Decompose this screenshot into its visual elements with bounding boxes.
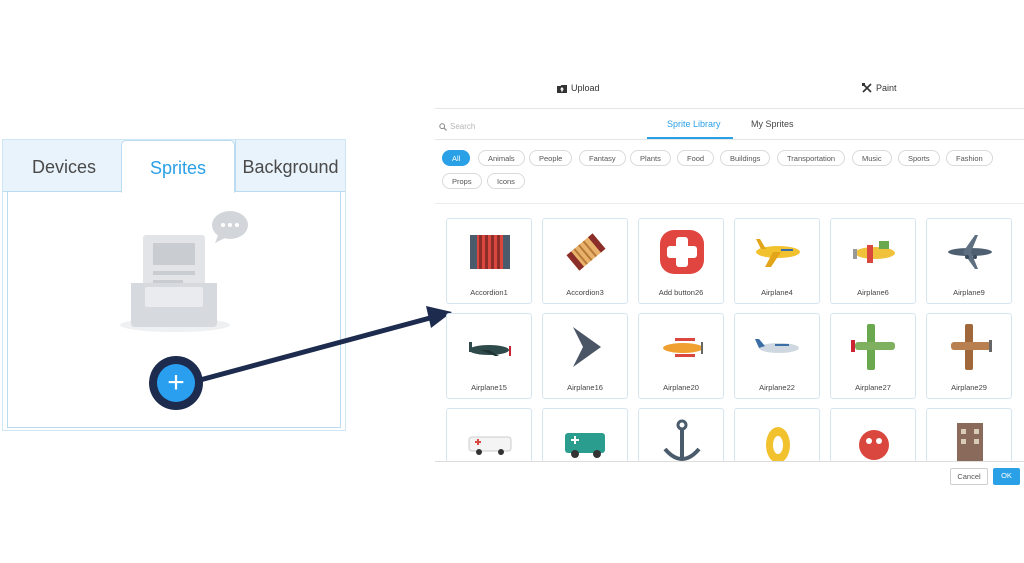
sprite-card-anchor[interactable] — [638, 408, 724, 461]
search-input[interactable]: Search — [439, 122, 475, 131]
sprite-card-ambulance[interactable] — [446, 408, 532, 461]
sprite-card-ambulance-2[interactable] — [542, 408, 628, 461]
divider — [435, 203, 1024, 204]
sprite-label: Add button26 — [658, 288, 704, 297]
sprite-card-accordion3[interactable]: Accordion3 — [542, 218, 628, 304]
sprite-label: Accordion3 — [566, 288, 604, 297]
biplane-icon — [663, 338, 703, 357]
paint-button[interactable]: Paint — [862, 83, 897, 93]
category-chip-sports[interactable]: Sports — [898, 150, 940, 166]
upload-label: Upload — [571, 83, 600, 93]
category-chip-animals[interactable]: Animals — [478, 150, 525, 166]
sprite-label: Airplane22 — [759, 383, 795, 392]
category-chip-all[interactable]: All — [442, 150, 471, 166]
sprite-label: Airplane29 — [951, 383, 987, 392]
empty-inbox-icon — [120, 211, 248, 332]
sprite-card-airplane22[interactable]: Airplane22 — [734, 313, 820, 399]
sprite-card-airplane15[interactable]: Airplane15 — [446, 313, 532, 399]
sprite-card-airplane16[interactable]: Airplane16 — [542, 313, 628, 399]
tab-sprite-library[interactable]: Sprite Library — [667, 119, 721, 129]
biplane-icon — [851, 324, 895, 370]
ok-button[interactable]: OK — [993, 468, 1020, 485]
plus-icon: + — [157, 364, 195, 402]
upload-button[interactable]: Upload — [557, 83, 600, 93]
divider — [435, 108, 1024, 109]
ambulance-icon — [468, 436, 512, 455]
category-chip-props[interactable]: Props — [442, 173, 482, 189]
airplane-icon — [853, 241, 895, 263]
sprite-card-airplane4[interactable]: Airplane4 — [734, 218, 820, 304]
airplane-icon — [756, 239, 800, 267]
cancel-button[interactable]: Cancel — [950, 468, 988, 485]
sprite-label: Accordion1 — [470, 288, 508, 297]
monster-icon — [859, 430, 889, 460]
biplane-icon — [951, 324, 992, 370]
category-chip-transportation[interactable]: Transportation — [777, 150, 846, 166]
search-icon — [439, 122, 447, 131]
sprite-card-building[interactable] — [926, 408, 1012, 461]
tab-my-sprites[interactable]: My Sprites — [751, 119, 794, 129]
upload-icon — [557, 84, 567, 93]
sprite-card-accordion1[interactable]: Accordion1 — [446, 218, 532, 304]
sprite-card-add-button26[interactable]: Add button26 — [638, 218, 724, 304]
sprite-grid: Accordion1 Accordion3 Add button26 Airpl… — [435, 211, 1024, 461]
sprite-card-airplane29[interactable]: Airplane29 — [926, 313, 1012, 399]
panel-tabbar: Devices Sprites Background — [3, 140, 345, 193]
sprite-label: Airplane9 — [953, 288, 985, 297]
sprite-card-airplane6[interactable]: Airplane6 — [830, 218, 916, 304]
number-character-icon — [766, 427, 790, 461]
accordion-icon — [470, 235, 510, 269]
category-chip-food[interactable]: Food — [677, 150, 715, 166]
category-chip-music[interactable]: Music — [852, 150, 892, 166]
category-chip-icons[interactable]: Icons — [487, 173, 525, 189]
sprite-label: Airplane6 — [857, 288, 889, 297]
divider — [435, 139, 1024, 140]
dialog-toolbar: Upload Paint — [435, 78, 1024, 108]
category-chip-fashion[interactable]: Fashion — [946, 150, 993, 166]
airplane-icon — [948, 235, 992, 269]
category-chip-plants[interactable]: Plants — [630, 150, 671, 166]
paint-label: Paint — [876, 83, 897, 93]
building-icon — [957, 423, 983, 461]
stealth-plane-icon — [573, 327, 601, 367]
accordion-icon — [566, 233, 606, 271]
sprite-card-airplane9[interactable]: Airplane9 — [926, 218, 1012, 304]
sprite-library-dialog: Upload Paint Search Sprite Library My Sp… — [435, 78, 1024, 488]
paint-icon — [862, 83, 872, 93]
sprite-label: Airplane4 — [761, 288, 793, 297]
sprite-card-airplane27[interactable]: Airplane27 — [830, 313, 916, 399]
sprite-label: Airplane27 — [855, 383, 891, 392]
category-chip-buildings[interactable]: Buildings — [720, 150, 771, 166]
anchor-icon — [663, 419, 701, 461]
ambulance-icon — [565, 433, 605, 458]
sprite-label: Airplane15 — [471, 383, 507, 392]
sprite-card-number-zero[interactable] — [734, 408, 820, 461]
sprite-card-monster[interactable] — [830, 408, 916, 461]
divider — [435, 461, 1024, 462]
add-sprite-button[interactable]: + — [149, 356, 203, 410]
tab-sprites[interactable]: Sprites — [121, 140, 235, 193]
sprite-label: Airplane20 — [663, 383, 699, 392]
category-chip-people[interactable]: People — [529, 150, 573, 166]
airplane-icon — [755, 339, 799, 353]
tab-devices[interactable]: Devices — [7, 140, 121, 192]
tab-background[interactable]: Background — [235, 140, 345, 192]
sprite-card-airplane20[interactable]: Airplane20 — [638, 313, 724, 399]
add-button-icon — [660, 230, 704, 274]
airplane-icon — [469, 342, 511, 356]
sprite-label: Airplane16 — [567, 383, 603, 392]
search-placeholder: Search — [450, 122, 476, 131]
category-chip-fantasy[interactable]: Fantasy — [579, 150, 626, 166]
